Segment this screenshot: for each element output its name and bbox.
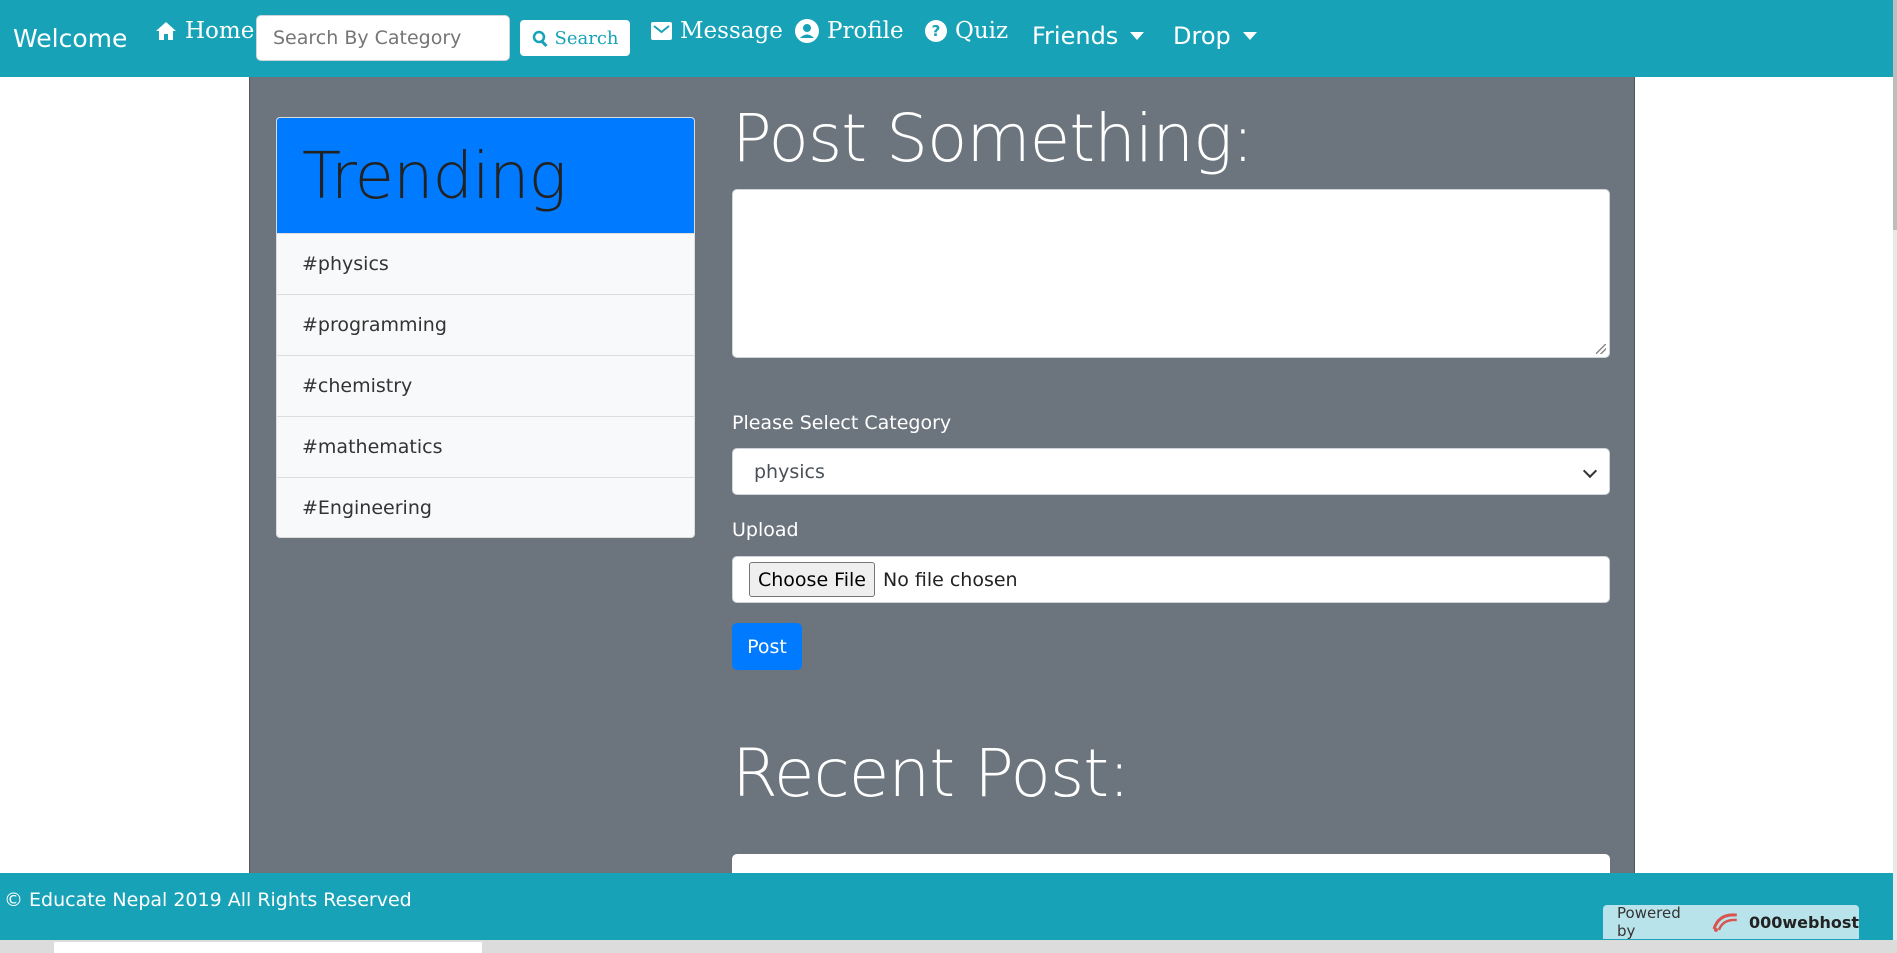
category-label: Please Select Category <box>732 412 952 434</box>
nav-home-link[interactable]: Home <box>155 18 254 44</box>
nav-profile-link[interactable]: Profile <box>795 18 904 44</box>
trending-header: Trending <box>277 118 694 233</box>
chevron-down-icon <box>1582 463 1598 479</box>
footer: © Educate Nepal 2019 All Rights Reserved… <box>0 873 1893 940</box>
trending-item[interactable]: #programming <box>277 294 694 355</box>
home-icon <box>156 22 176 40</box>
post-heading: Post Something: <box>732 100 1254 177</box>
svg-text:?: ? <box>932 22 941 40</box>
nav-profile-label: Profile <box>827 18 904 44</box>
top-navbar: Welcome Home Search Message Profile ? Qu… <box>0 0 1893 77</box>
page-scrollbar[interactable] <box>1893 0 1897 940</box>
nav-message-label: Message <box>680 18 783 44</box>
caret-down-icon <box>1242 32 1257 40</box>
category-selected-value: physics <box>754 460 825 483</box>
file-upload-field[interactable]: Choose File No file chosen <box>732 556 1610 603</box>
powered-by-label: Powered by <box>1617 904 1681 940</box>
user-circle-icon <box>795 19 819 43</box>
trending-item[interactable]: #physics <box>277 233 694 294</box>
search-icon <box>532 30 548 47</box>
powered-by-badge[interactable]: Powered by 000webhost <box>1603 904 1859 940</box>
envelope-icon <box>651 22 672 40</box>
trending-item[interactable]: #mathematics <box>277 416 694 477</box>
trending-title: Trending <box>302 140 567 214</box>
category-select[interactable]: physics <box>732 448 1610 495</box>
nav-quiz-link[interactable]: ? Quiz <box>925 18 1008 44</box>
scrollbar-thumb[interactable] <box>1893 0 1897 230</box>
upload-label: Upload <box>732 519 799 541</box>
nav-message-link[interactable]: Message <box>651 18 783 44</box>
nav-friends-label: Friends <box>1032 22 1119 50</box>
caret-down-icon <box>1130 32 1145 40</box>
post-textarea[interactable] <box>732 189 1610 358</box>
trending-item[interactable]: #chemistry <box>277 355 694 416</box>
nav-drop-dropdown[interactable]: Drop <box>1173 22 1257 50</box>
nav-home-label: Home <box>185 18 255 44</box>
footer-copyright: © Educate Nepal 2019 All Rights Reserved <box>4 889 412 911</box>
webhost-logo-icon <box>1712 913 1738 932</box>
search-input[interactable] <box>256 15 510 61</box>
trending-panel: Trending #physics #programming #chemistr… <box>276 117 695 538</box>
nav-friends-dropdown[interactable]: Friends <box>1032 22 1145 50</box>
powered-by-brand: 000webhost <box>1748 912 1859 932</box>
trending-item[interactable]: #Engineering <box>277 477 694 537</box>
resize-grip-icon[interactable] <box>1596 344 1606 354</box>
recent-post-heading: Recent Post: <box>732 735 1130 812</box>
search-button[interactable]: Search <box>520 20 630 56</box>
post-button[interactable]: Post <box>732 623 802 670</box>
search-button-label: Search <box>554 27 619 49</box>
nav-drop-label: Drop <box>1173 22 1231 50</box>
recent-post-card <box>732 854 1610 874</box>
nav-quiz-label: Quiz <box>955 18 1009 44</box>
question-circle-icon: ? <box>925 20 947 42</box>
taskbar-search-field[interactable] <box>54 942 482 953</box>
file-status-text: No file chosen <box>882 568 1018 591</box>
choose-file-button[interactable]: Choose File <box>749 562 875 597</box>
brand-link[interactable]: Welcome <box>13 24 127 53</box>
